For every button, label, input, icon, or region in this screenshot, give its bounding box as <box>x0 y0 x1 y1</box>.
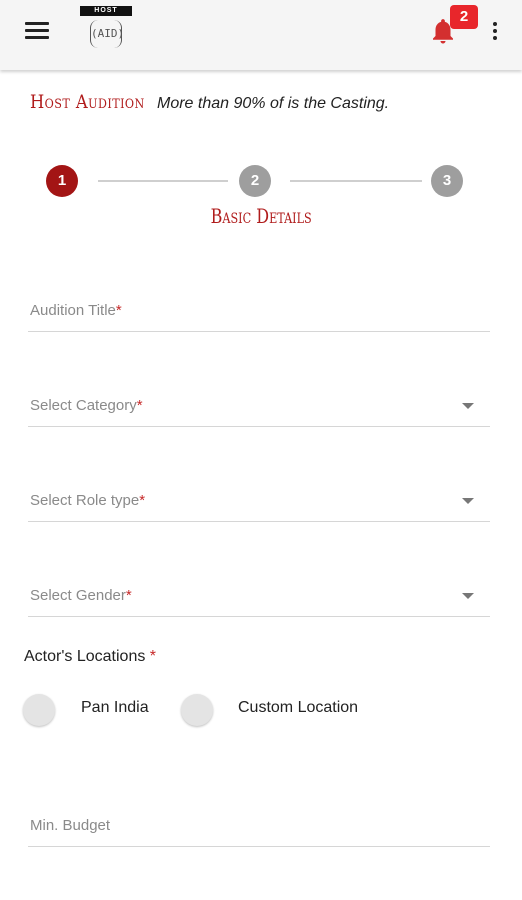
audition-title-placeholder: Audition Title* <box>30 302 122 319</box>
required-mark: * <box>139 492 146 509</box>
required-mark: * <box>115 302 122 319</box>
dropdown-arrow-icon[interactable] <box>462 498 474 504</box>
audition-title-field[interactable]: Audition Title* <box>28 292 490 332</box>
actor-locations-label: Actor's Locations * <box>24 648 157 665</box>
min-budget-field[interactable]: Min. Budget <box>28 807 490 847</box>
required-mark: * <box>125 587 132 604</box>
role-type-select[interactable]: Select Role type* <box>28 482 490 522</box>
gender-select[interactable]: Select Gender* <box>28 577 490 617</box>
step-1-indicator[interactable]: 1 <box>46 165 78 197</box>
category-placeholder: Select Category* <box>30 397 143 414</box>
custom-location-label[interactable]: Custom Location <box>238 699 358 717</box>
dropdown-arrow-icon[interactable] <box>462 403 474 409</box>
step-connector <box>290 180 422 182</box>
required-mark: * <box>136 397 143 414</box>
app-logo[interactable]: HOST (AID) <box>80 6 132 50</box>
step-label-wrapper: Basic Details <box>0 204 522 228</box>
more-vert-icon[interactable] <box>486 20 504 44</box>
page-tagline: More than 90% of is the Casting. <box>157 95 390 112</box>
app-bar: HOST (AID) 2 <box>0 0 522 70</box>
step-connector <box>98 180 228 182</box>
hamburger-menu-icon[interactable] <box>20 20 56 44</box>
gender-placeholder: Select Gender* <box>30 587 132 604</box>
required-mark: * <box>149 648 157 665</box>
page-title: Host Audition <box>30 91 145 113</box>
logo-main-text: (AID) <box>90 20 124 48</box>
active-step-label: Basic Details <box>210 204 312 228</box>
custom-location-radio[interactable] <box>181 694 213 726</box>
role-type-placeholder: Select Role type* <box>30 492 146 509</box>
category-select[interactable]: Select Category* <box>28 387 490 427</box>
notification-badge[interactable]: 2 <box>450 5 478 29</box>
pan-india-label[interactable]: Pan India <box>81 699 149 717</box>
logo-top-text: HOST <box>80 6 132 16</box>
step-3-indicator[interactable]: 3 <box>431 165 463 197</box>
pan-india-radio[interactable] <box>23 694 55 726</box>
dropdown-arrow-icon[interactable] <box>462 593 474 599</box>
step-2-indicator[interactable]: 2 <box>239 165 271 197</box>
min-budget-placeholder: Min. Budget <box>30 817 111 834</box>
